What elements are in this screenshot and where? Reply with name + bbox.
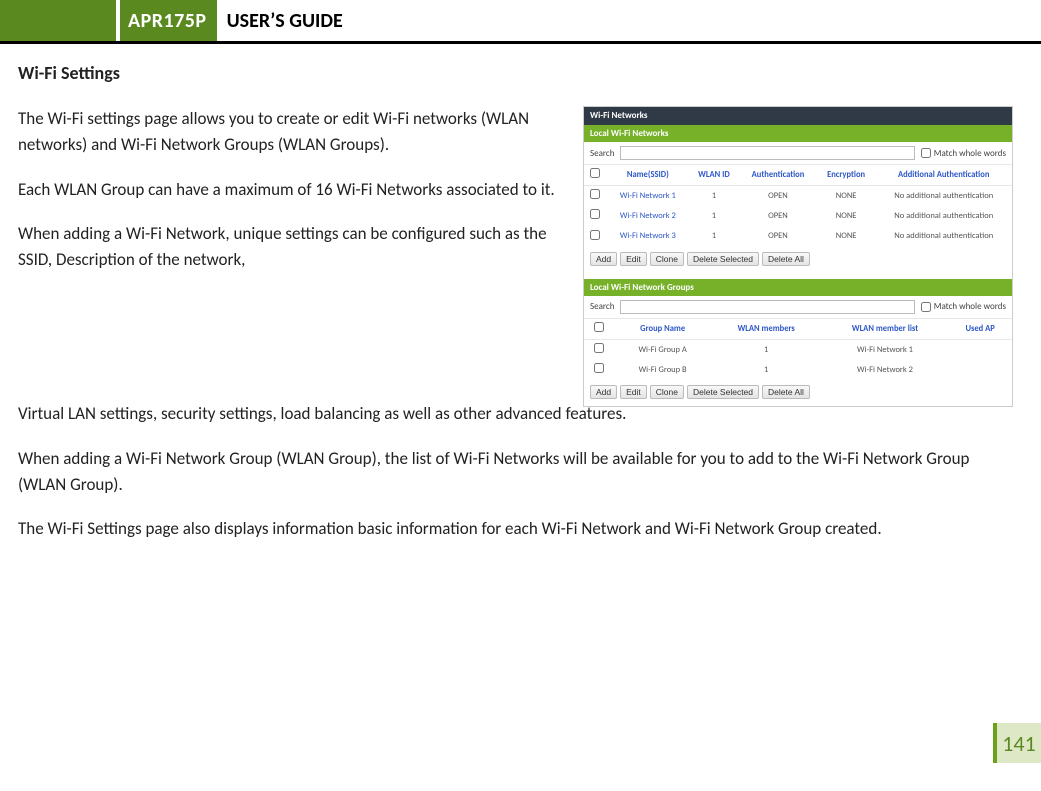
cell-wlanid: 1 <box>689 186 740 207</box>
networks-table: Name(SSID) WLAN ID Authentication Encryp… <box>584 164 1012 246</box>
groups-actions: Add Edit Clone Delete Selected Delete Al… <box>584 380 1012 406</box>
search-label: Search <box>590 148 614 160</box>
paragraph: The Wi-Fi Settings page also displays in… <box>18 516 1013 542</box>
cell-auth: OPEN <box>739 206 817 226</box>
header-left-decor <box>0 0 120 41</box>
match-whole-words-checkbox[interactable] <box>921 302 931 312</box>
delete-selected-button[interactable]: Delete Selected <box>687 252 759 266</box>
add-button[interactable]: Add <box>590 385 617 399</box>
paragraph: The Wi-Fi settings page allows you to cr… <box>18 106 561 159</box>
cell-auth: OPEN <box>739 227 817 247</box>
table-row[interactable]: Wi-Fi Network 3 1 OPEN NONE No additiona… <box>584 227 1012 247</box>
col-wlan-member-list[interactable]: WLAN member list <box>822 319 949 340</box>
cell-members: 1 <box>711 340 822 361</box>
product-name: APR175P <box>120 0 217 41</box>
cell-group-name: Wi-Fi Group B <box>615 360 711 380</box>
cell-member-list: Wi-Fi Network 2 <box>822 360 949 380</box>
paragraph: When adding a Wi-Fi Network Group (WLAN … <box>18 446 1013 499</box>
document-title: USER’S GUIDE <box>217 0 343 41</box>
table-row[interactable]: Wi-Fi Network 1 1 OPEN NONE No additiona… <box>584 186 1012 207</box>
search-label: Search <box>590 301 614 313</box>
cell-group-name: Wi-Fi Group A <box>615 340 711 361</box>
table-row[interactable]: Wi-Fi Network 2 1 OPEN NONE No additiona… <box>584 206 1012 226</box>
edit-button[interactable]: Edit <box>620 385 647 399</box>
cell-name[interactable]: Wi-Fi Network 2 <box>607 206 689 226</box>
delete-selected-button[interactable]: Delete Selected <box>687 385 759 399</box>
cell-encr: NONE <box>817 186 876 207</box>
add-button[interactable]: Add <box>590 252 617 266</box>
match-whole-words[interactable]: Match whole words <box>921 148 1006 160</box>
networks-search-row: Search Match whole words <box>584 142 1012 164</box>
delete-all-button[interactable]: Delete All <box>762 385 810 399</box>
col-used-ap[interactable]: Used AP <box>948 319 1012 340</box>
col-name[interactable]: Name(SSID) <box>607 165 689 186</box>
col-addl[interactable]: Additional Authentication <box>875 165 1012 186</box>
local-networks-banner: Local Wi-Fi Networks <box>584 125 1012 143</box>
local-groups-banner: Local Wi-Fi Network Groups <box>584 279 1012 297</box>
delete-all-button[interactable]: Delete All <box>762 252 810 266</box>
page-number: 141 <box>993 723 1041 763</box>
row-checkbox[interactable] <box>594 363 604 373</box>
cell-auth: OPEN <box>739 186 817 207</box>
row-checkbox[interactable] <box>590 230 600 240</box>
table-row[interactable]: Wi-Fi Group A 1 Wi-Fi Network 1 <box>584 340 1012 361</box>
col-wlanid[interactable]: WLAN ID <box>689 165 740 186</box>
groups-table: Group Name WLAN members WLAN member list… <box>584 318 1012 380</box>
groups-select-all[interactable] <box>594 322 604 332</box>
cell-encr: NONE <box>817 227 876 247</box>
networks-actions: Add Edit Clone Delete Selected Delete Al… <box>584 247 1012 273</box>
cell-name[interactable]: Wi-Fi Network 1 <box>607 186 689 207</box>
match-whole-words[interactable]: Match whole words <box>921 301 1006 313</box>
body-text: The Wi-Fi settings page allows you to cr… <box>18 106 561 407</box>
page-body: Wi-Fi Settings The Wi-Fi settings page a… <box>0 44 1041 543</box>
cell-addl: No additional authentication <box>875 186 1012 207</box>
cell-name[interactable]: Wi-Fi Network 3 <box>607 227 689 247</box>
cell-members: 1 <box>711 360 822 380</box>
match-whole-words-label: Match whole words <box>934 148 1006 160</box>
paragraph: When adding a Wi-Fi Network, unique sett… <box>18 221 561 274</box>
section-title: Wi-Fi Settings <box>18 62 1013 84</box>
match-whole-words-label: Match whole words <box>934 301 1006 313</box>
paragraph: Each WLAN Group can have a maximum of 16… <box>18 177 561 203</box>
groups-search-input[interactable] <box>620 300 914 314</box>
row-checkbox[interactable] <box>594 343 604 353</box>
col-auth[interactable]: Authentication <box>739 165 817 186</box>
clone-button[interactable]: Clone <box>650 385 684 399</box>
edit-button[interactable]: Edit <box>620 252 647 266</box>
cell-wlanid: 1 <box>689 227 740 247</box>
networks-select-all[interactable] <box>590 168 600 178</box>
cell-wlanid: 1 <box>689 206 740 226</box>
networks-search-input[interactable] <box>620 146 914 160</box>
embedded-screenshot: Wi-Fi Networks Local Wi-Fi Networks Sear… <box>583 106 1013 407</box>
cell-used-ap <box>948 360 1012 380</box>
col-group-name[interactable]: Group Name <box>615 319 711 340</box>
cell-addl: No additional authentication <box>875 206 1012 226</box>
row-checkbox[interactable] <box>590 209 600 219</box>
row-checkbox[interactable] <box>590 189 600 199</box>
match-whole-words-checkbox[interactable] <box>921 148 931 158</box>
panel-title-bar: Wi-Fi Networks <box>584 107 1012 125</box>
groups-search-row: Search Match whole words <box>584 296 1012 318</box>
table-row[interactable]: Wi-Fi Group B 1 Wi-Fi Network 2 <box>584 360 1012 380</box>
page-header: APR175P USER’S GUIDE <box>0 0 1041 44</box>
clone-button[interactable]: Clone <box>650 252 684 266</box>
cell-addl: No additional authentication <box>875 227 1012 247</box>
col-wlan-members[interactable]: WLAN members <box>711 319 822 340</box>
cell-member-list: Wi-Fi Network 1 <box>822 340 949 361</box>
cell-used-ap <box>948 340 1012 361</box>
cell-encr: NONE <box>817 206 876 226</box>
col-encr[interactable]: Encryption <box>817 165 876 186</box>
